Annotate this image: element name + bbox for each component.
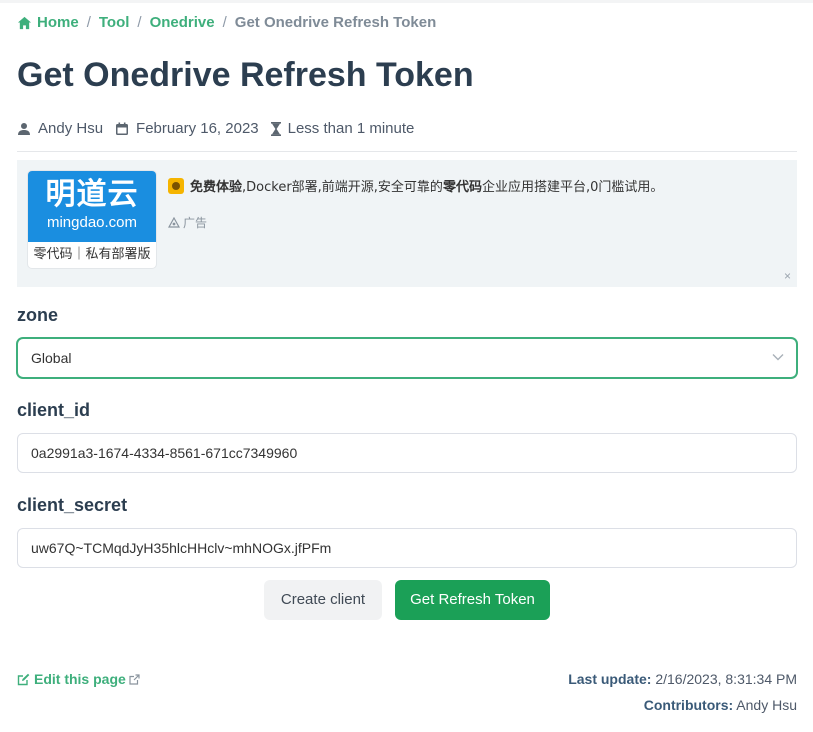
ad-label: 广告: [168, 214, 207, 231]
create-client-button[interactable]: Create client: [264, 580, 382, 620]
ad-logo-top: 明道云 mingdao.com: [28, 171, 156, 242]
ad-logo[interactable]: 明道云 mingdao.com 零代码｜私有部署版: [28, 171, 156, 268]
breadcrumb-separator: /: [137, 14, 142, 31]
edit-page-link[interactable]: Edit this page: [17, 671, 144, 687]
ad-text[interactable]: 免费体验 ,Docker部署,前端开源,安全可靠的 零代码 企业应用搭建平台,0…: [168, 176, 663, 195]
client-secret-label: client_secret: [17, 495, 128, 515]
meta-date: February 16, 2023: [115, 120, 259, 137]
get-refresh-token-button[interactable]: Get Refresh Token: [395, 580, 550, 620]
meta-reading-time-label: Less than 1 minute: [287, 120, 415, 137]
breadcrumb-separator: /: [86, 14, 91, 31]
page-title: Get Onedrive Refresh Token: [17, 56, 474, 94]
page-meta: Andy Hsu February 16, 2023 Less than 1 m…: [17, 120, 426, 137]
hourglass-icon: [270, 121, 281, 136]
contributors-value: Andy Hsu: [736, 697, 797, 713]
ad-logo-domain: mingdao.com: [46, 214, 138, 231]
calendar-icon: [116, 122, 129, 135]
ad-text-end: 企业应用搭建平台,0门槛试用。: [481, 180, 664, 195]
edit-page-label: Edit this page: [34, 671, 126, 687]
external-link-icon: [129, 673, 140, 685]
close-icon[interactable]: ×: [784, 269, 791, 283]
zone-select[interactable]: Global: [17, 338, 797, 378]
breadcrumb-home[interactable]: Home: [17, 14, 79, 31]
contributors: Contributors: Andy Hsu: [644, 697, 797, 713]
client-secret-value: uw67Q~TCMqdJyH35hlcHHclv~mhNOGx.jfPFm: [31, 540, 332, 556]
last-update-value: 2/16/2023, 8:31:34 PM: [655, 671, 797, 687]
title-divider: [17, 151, 797, 152]
ad-text-bold2: 零代码: [442, 180, 482, 195]
ad-text-bold1: 免费体验: [190, 180, 243, 195]
edit-icon: [17, 673, 30, 685]
meta-reading-time: Less than 1 minute: [270, 120, 415, 137]
breadcrumb-home-label: Home: [37, 14, 79, 31]
ad-mark-icon: [168, 217, 180, 228]
meta-author-label: Andy Hsu: [38, 120, 104, 137]
breadcrumb-separator: /: [222, 14, 227, 31]
contributors-label: Contributors:: [643, 697, 734, 713]
meta-date-label: February 16, 2023: [136, 120, 259, 137]
breadcrumb: Home / Tool / Onedrive / Get Onedrive Re…: [17, 14, 436, 31]
top-divider: [0, 0, 813, 3]
ad-label-text: 广告: [183, 216, 208, 230]
chevron-down-icon: [772, 354, 784, 361]
last-update-label: Last update:: [568, 671, 652, 687]
client-secret-input[interactable]: uw67Q~TCMqdJyH35hlcHHclv~mhNOGx.jfPFm: [17, 528, 797, 568]
home-icon: [17, 16, 32, 29]
zone-select-value: Global: [31, 350, 72, 366]
client-id-value: 0a2991a3-1674-4334-8561-671cc7349960: [31, 445, 298, 461]
person-icon: [18, 122, 30, 135]
zone-label: zone: [17, 305, 59, 325]
ad-text-mid: ,Docker部署,前端开源,安全可靠的: [242, 180, 443, 195]
breadcrumb-onedrive[interactable]: Onedrive: [150, 14, 215, 31]
meta-author: Andy Hsu: [17, 120, 103, 137]
fire-emoji-icon: [168, 177, 184, 194]
ad-banner[interactable]: 明道云 mingdao.com 零代码｜私有部署版 免费体验 ,Docker部署…: [17, 160, 797, 287]
breadcrumb-tool[interactable]: Tool: [99, 14, 130, 31]
client-id-label: client_id: [17, 400, 91, 420]
ad-logo-brand: 明道云: [45, 177, 139, 212]
last-update: Last update: 2/16/2023, 8:31:34 PM: [568, 671, 797, 687]
client-id-input[interactable]: 0a2991a3-1674-4334-8561-671cc7349960: [17, 433, 797, 473]
ad-logo-tag: 零代码｜私有部署版: [33, 247, 151, 262]
breadcrumb-current: Get Onedrive Refresh Token: [234, 14, 437, 31]
